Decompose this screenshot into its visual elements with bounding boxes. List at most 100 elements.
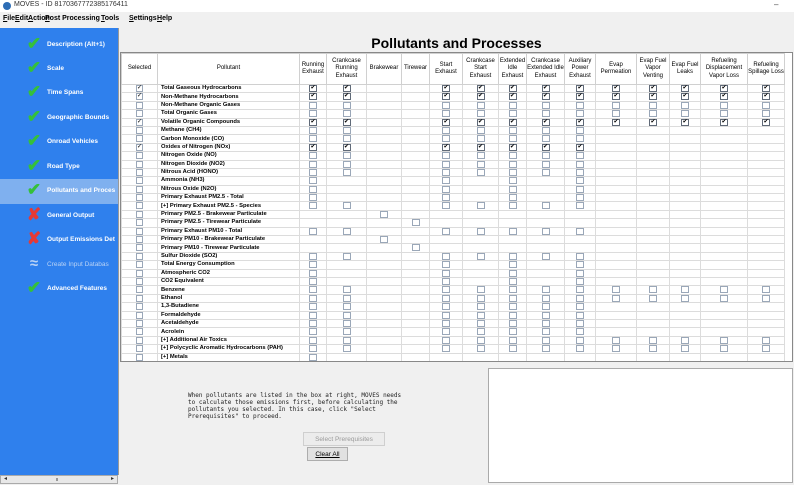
process-checkbox[interactable] xyxy=(576,161,584,168)
process-checkbox[interactable]: ✔ xyxy=(762,85,770,92)
process-checkbox[interactable] xyxy=(541,161,550,168)
pollutant-select-checkbox[interactable] xyxy=(136,286,143,294)
clear-all-button[interactable]: Clear All xyxy=(307,447,348,461)
pollutant-select-checkbox[interactable] xyxy=(136,295,143,302)
process-checkbox[interactable] xyxy=(476,228,485,235)
process-checkbox[interactable] xyxy=(309,278,317,285)
process-checkbox[interactable] xyxy=(541,337,550,344)
process-checkbox[interactable] xyxy=(342,345,351,352)
process-checkbox[interactable] xyxy=(442,152,450,159)
process-checkbox[interactable] xyxy=(309,345,317,352)
process-checkbox[interactable]: ✔ xyxy=(762,119,770,126)
sidebar-item-2[interactable]: ✔ Scale xyxy=(0,57,118,82)
sidebar-horizontal-scrollbar[interactable]: ◂ ▸ xyxy=(0,475,118,484)
process-checkbox[interactable] xyxy=(508,261,517,269)
process-checkbox[interactable] xyxy=(762,337,770,344)
process-checkbox[interactable] xyxy=(476,110,485,118)
process-checkbox[interactable] xyxy=(720,337,728,344)
process-checkbox[interactable] xyxy=(309,186,317,193)
process-checkbox[interactable] xyxy=(576,337,584,344)
pollutant-select-checkbox[interactable] xyxy=(136,244,143,252)
process-checkbox[interactable] xyxy=(309,354,317,361)
process-checkbox[interactable] xyxy=(649,102,657,109)
process-checkbox[interactable] xyxy=(576,270,584,277)
process-checkbox[interactable] xyxy=(762,102,770,109)
process-checkbox[interactable]: ✔ xyxy=(309,144,317,151)
process-checkbox[interactable] xyxy=(342,312,351,319)
process-checkbox[interactable] xyxy=(612,102,620,109)
process-checkbox[interactable] xyxy=(342,286,351,294)
process-checkbox[interactable] xyxy=(342,303,351,310)
process-checkbox[interactable]: ✔ xyxy=(541,119,550,126)
process-checkbox[interactable] xyxy=(541,169,550,176)
pollutant-select-checkbox[interactable] xyxy=(136,110,143,118)
pollutant-select-checkbox[interactable] xyxy=(136,253,143,260)
process-checkbox[interactable] xyxy=(541,152,550,159)
process-checkbox[interactable] xyxy=(508,161,517,168)
process-checkbox[interactable]: ✔ xyxy=(541,85,550,92)
process-checkbox[interactable] xyxy=(576,345,584,352)
process-checkbox[interactable] xyxy=(476,337,485,344)
process-checkbox[interactable]: ✔ xyxy=(476,85,485,92)
process-checkbox[interactable] xyxy=(309,320,317,327)
process-checkbox[interactable] xyxy=(681,295,689,302)
process-checkbox[interactable] xyxy=(476,169,485,176)
process-checkbox[interactable]: ✔ xyxy=(576,85,584,92)
process-checkbox[interactable]: ✔ xyxy=(612,93,620,101)
pollutant-select-checkbox[interactable] xyxy=(136,203,143,210)
process-checkbox[interactable] xyxy=(309,177,317,185)
process-checkbox[interactable] xyxy=(508,253,517,260)
process-checkbox[interactable]: ✔ xyxy=(681,93,689,101)
process-checkbox[interactable] xyxy=(442,102,450,109)
process-checkbox[interactable] xyxy=(380,211,388,218)
process-checkbox[interactable] xyxy=(541,312,550,319)
process-checkbox[interactable] xyxy=(442,186,450,193)
process-checkbox[interactable]: ✔ xyxy=(442,144,450,151)
pollutant-select-checkbox[interactable] xyxy=(136,152,143,159)
process-checkbox[interactable] xyxy=(576,303,584,310)
process-checkbox[interactable] xyxy=(442,127,450,134)
pollutant-select-checkbox[interactable] xyxy=(136,169,143,176)
process-checkbox[interactable]: ✔ xyxy=(476,119,485,126)
process-checkbox[interactable] xyxy=(508,278,517,285)
process-checkbox[interactable] xyxy=(576,169,584,176)
pollutant-select-checkbox[interactable] xyxy=(136,354,143,361)
process-checkbox[interactable] xyxy=(649,110,657,118)
process-checkbox[interactable] xyxy=(508,337,517,344)
process-checkbox[interactable] xyxy=(309,152,317,159)
pollutant-select-checkbox[interactable] xyxy=(136,186,143,193)
process-checkbox[interactable] xyxy=(612,295,620,302)
process-checkbox[interactable] xyxy=(720,102,728,109)
sidebar-item-4[interactable]: ✔ Geographic Bounds xyxy=(0,106,118,131)
process-checkbox[interactable] xyxy=(342,127,351,134)
process-checkbox[interactable] xyxy=(612,286,620,294)
process-checkbox[interactable]: ✔ xyxy=(342,93,351,101)
process-checkbox[interactable] xyxy=(476,286,485,294)
pollutant-select-checkbox[interactable] xyxy=(136,312,143,319)
process-checkbox[interactable] xyxy=(342,161,351,168)
process-checkbox[interactable] xyxy=(681,286,689,294)
process-checkbox[interactable] xyxy=(541,253,550,260)
process-checkbox[interactable] xyxy=(508,320,517,327)
process-checkbox[interactable]: ✔ xyxy=(681,119,689,126)
pollutant-select-checkbox[interactable] xyxy=(136,228,143,235)
process-checkbox[interactable]: ✔ xyxy=(508,85,517,92)
process-checkbox[interactable] xyxy=(508,152,517,159)
process-checkbox[interactable] xyxy=(508,203,517,210)
pollutant-select-checkbox[interactable] xyxy=(136,328,143,336)
pollutant-select-checkbox[interactable] xyxy=(136,236,143,243)
process-checkbox[interactable] xyxy=(442,337,450,344)
process-checkbox[interactable] xyxy=(541,102,550,109)
pollutant-select-checkbox[interactable] xyxy=(136,261,143,269)
process-checkbox[interactable]: ✔ xyxy=(442,93,450,101)
process-checkbox[interactable] xyxy=(541,127,550,134)
process-checkbox[interactable] xyxy=(508,295,517,302)
process-checkbox[interactable] xyxy=(649,286,657,294)
process-checkbox[interactable] xyxy=(681,337,689,344)
process-checkbox[interactable] xyxy=(762,295,770,302)
process-checkbox[interactable] xyxy=(442,270,450,277)
process-checkbox[interactable] xyxy=(309,328,317,336)
process-checkbox[interactable] xyxy=(342,328,351,336)
process-checkbox[interactable] xyxy=(576,186,584,193)
pollutant-select-checkbox[interactable] xyxy=(136,303,143,310)
